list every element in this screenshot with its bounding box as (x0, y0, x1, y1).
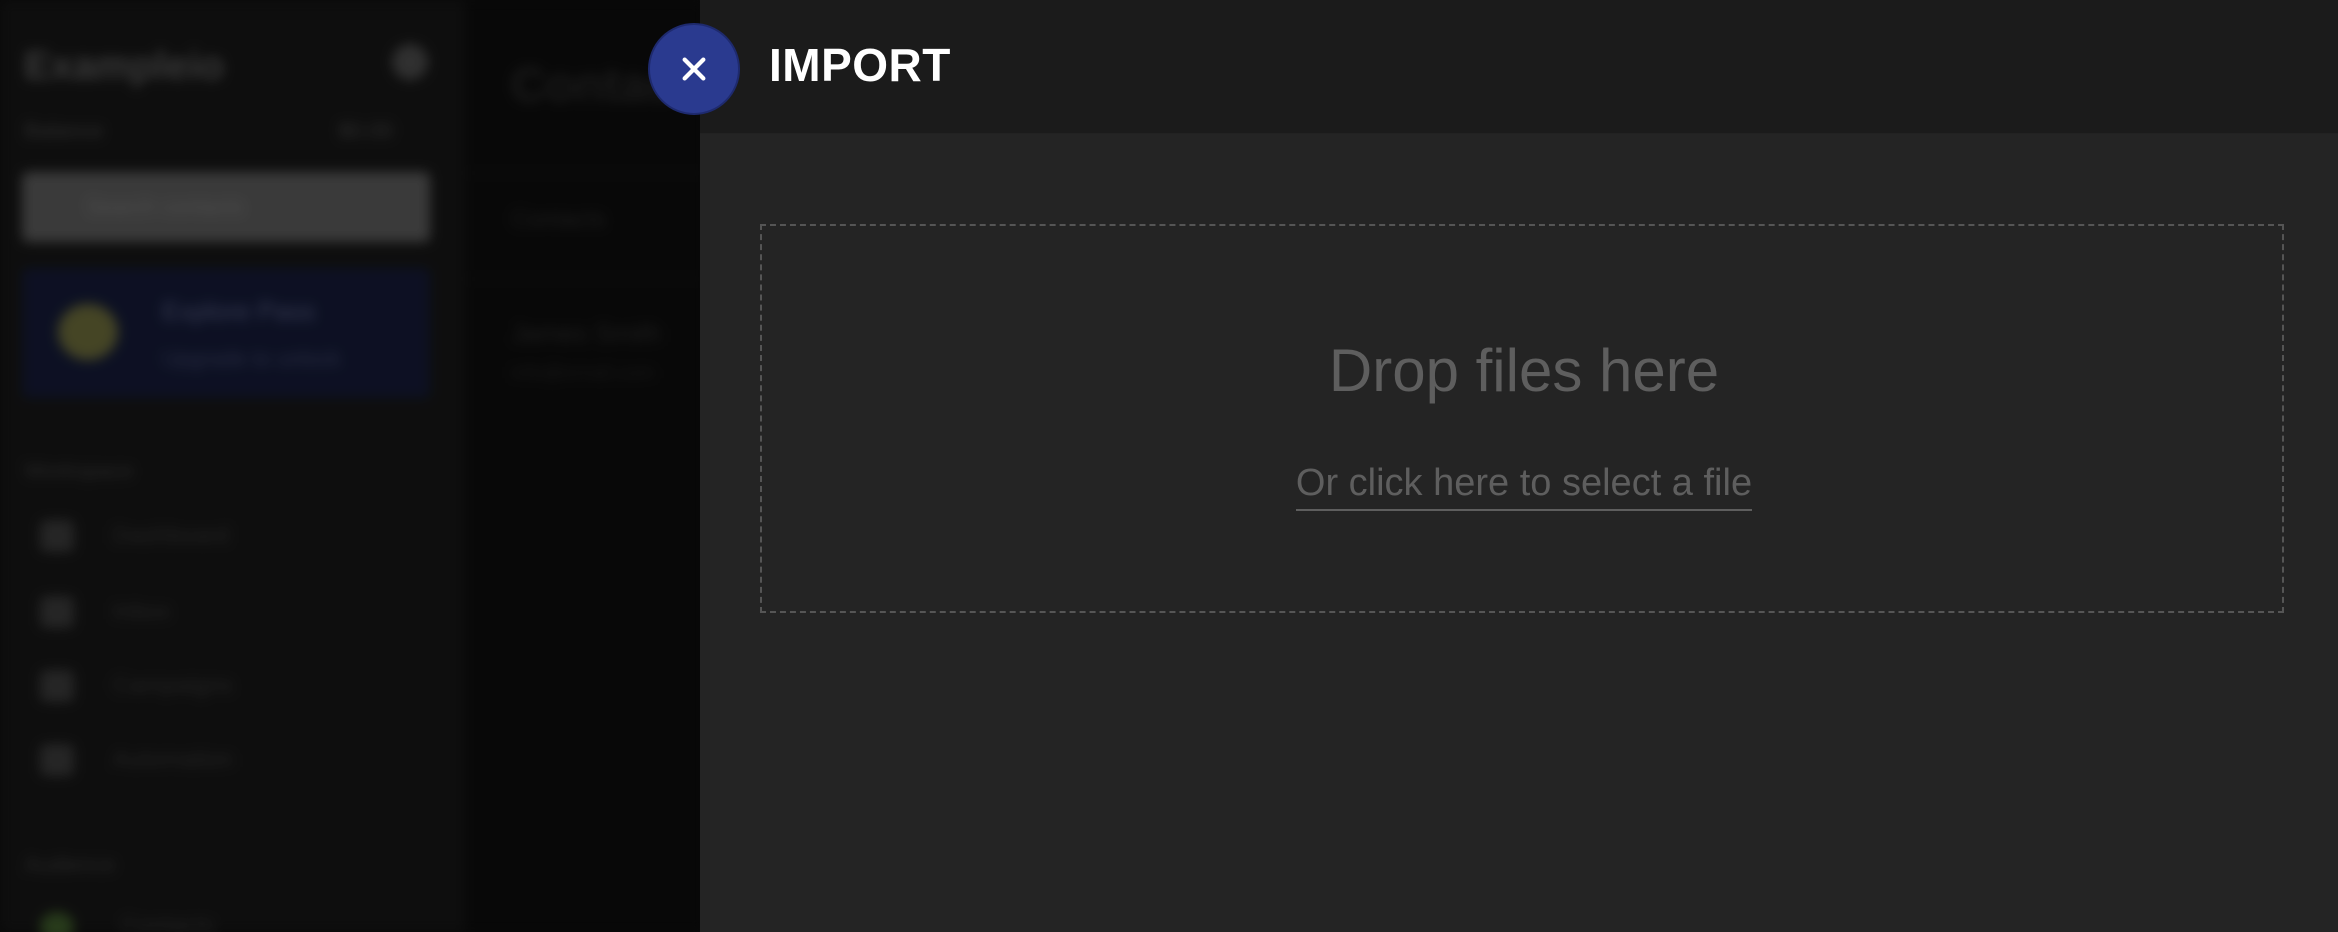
dropzone-link-wrapper: Or click here to select a file (762, 462, 2286, 511)
dropzone-title: Drop files here (1328, 337, 1720, 404)
page-title: IMPORT (769, 39, 951, 91)
import-header: IMPORT (700, 0, 2338, 134)
close-button[interactable] (648, 23, 740, 115)
close-icon (682, 57, 706, 81)
import-panel: IMPORT Drop files here Or click here to … (700, 0, 2338, 932)
select-file-link[interactable]: Or click here to select a file (1295, 462, 1753, 511)
file-dropzone[interactable]: Drop files here Or click here to select … (760, 224, 2284, 613)
